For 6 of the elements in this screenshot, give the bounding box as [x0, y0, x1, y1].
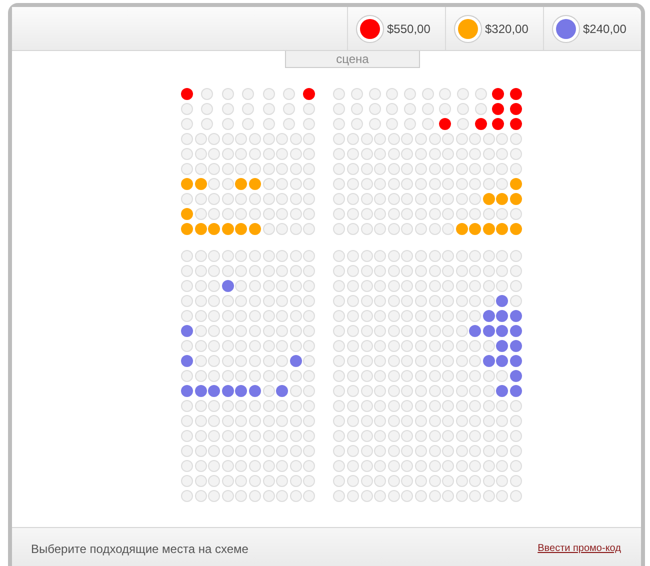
price-label: $240,00	[583, 20, 626, 38]
promo-code-link[interactable]: Ввести промо-код	[538, 541, 621, 556]
price-label: $550,00	[387, 20, 430, 38]
price-label: $320,00	[485, 20, 528, 38]
stage-label: сцена	[285, 51, 420, 68]
hint-text: Выберите подходящие места на схеме	[31, 541, 248, 558]
